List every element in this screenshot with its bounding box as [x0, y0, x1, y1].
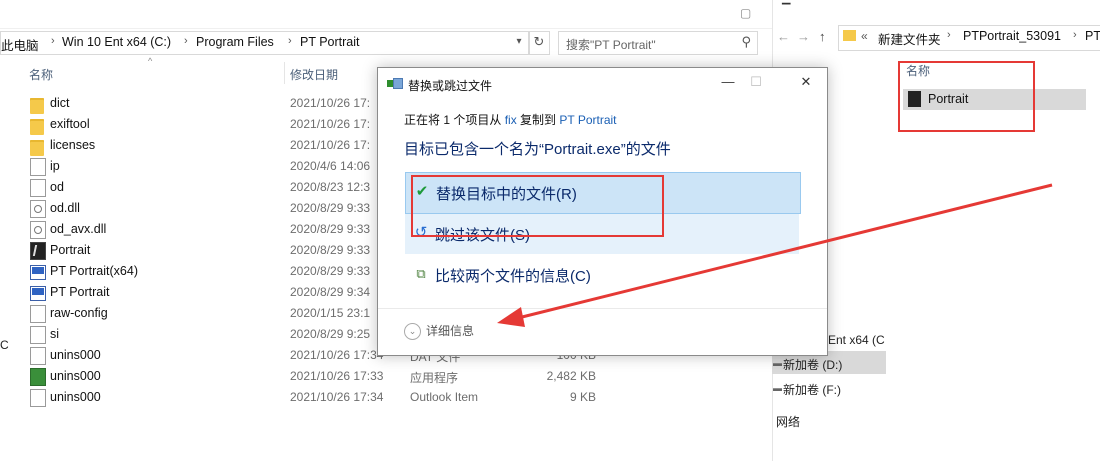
annotation-arrow-head: [497, 307, 525, 327]
annotation-arrow-line: [509, 183, 1053, 322]
annotation-arrow-overlay: [497, 183, 1053, 327]
